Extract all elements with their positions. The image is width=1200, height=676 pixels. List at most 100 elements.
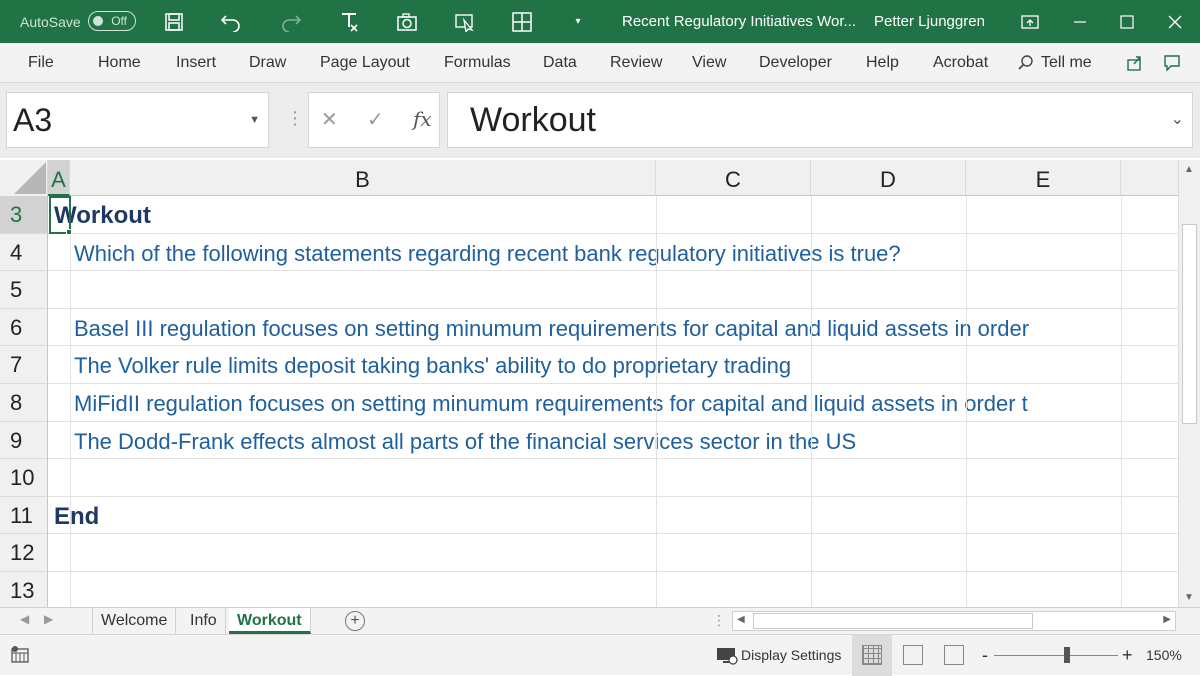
column-header-b[interactable]: B bbox=[70, 160, 656, 196]
table-icon[interactable] bbox=[507, 0, 537, 43]
enter-icon[interactable]: ✓ bbox=[367, 107, 384, 132]
zoom-level[interactable]: 150% bbox=[1146, 635, 1182, 676]
row-header-11[interactable]: 11 bbox=[0, 496, 48, 535]
undo-icon[interactable] bbox=[216, 0, 246, 43]
autosave-toggle[interactable]: Off bbox=[88, 11, 136, 31]
customize-icon[interactable]: ▾ bbox=[563, 0, 593, 43]
maximize-icon[interactable] bbox=[1112, 0, 1142, 43]
zoom-slider-track[interactable] bbox=[994, 655, 1118, 656]
vertical-scrollbar[interactable]: ▲ ▼ bbox=[1178, 160, 1200, 607]
sheet-prev-icon[interactable]: ◀ bbox=[20, 612, 29, 626]
normal-view-icon[interactable] bbox=[862, 645, 882, 665]
status-bar: Display Settings - + 150% bbox=[0, 634, 1200, 676]
redo-icon[interactable] bbox=[276, 0, 306, 43]
text-cell[interactable]: Basel III regulation focuses on setting … bbox=[74, 313, 1029, 345]
fill-handle[interactable] bbox=[66, 229, 72, 235]
document-title: Recent Regulatory Initiatives Wor... bbox=[622, 13, 856, 30]
text-cell[interactable]: MiFidII regulation focuses on setting mi… bbox=[74, 388, 1028, 420]
select-icon[interactable] bbox=[450, 0, 480, 43]
hscroll-thumb[interactable] bbox=[753, 613, 1033, 629]
sheet-tab-welcome[interactable]: Welcome bbox=[92, 608, 177, 634]
tab-file[interactable]: File bbox=[28, 43, 54, 83]
sheet-tab-info[interactable]: Info bbox=[182, 608, 226, 634]
monitor-icon bbox=[717, 647, 738, 665]
horizontal-scrollbar[interactable]: ◀ ▶ bbox=[732, 611, 1176, 631]
formula-bar-area: A3 ▼ ⋮ ✕ ✓ fx Workout ⌄ bbox=[0, 83, 1200, 158]
text-cell[interactable]: The Volker rule limits deposit taking ba… bbox=[74, 350, 791, 382]
scroll-left-icon[interactable]: ◀ bbox=[737, 614, 745, 625]
row-header-9[interactable]: 9 bbox=[0, 421, 48, 460]
column-header-a[interactable]: A bbox=[48, 160, 70, 196]
column-header-d[interactable]: D bbox=[811, 160, 966, 196]
formula-input[interactable]: Workout ⌄ bbox=[447, 92, 1193, 148]
zoom-out-button[interactable]: - bbox=[982, 635, 988, 676]
expand-formula-icon[interactable]: ⌄ bbox=[1171, 93, 1184, 147]
page-layout-view-icon[interactable] bbox=[903, 645, 923, 665]
column-header-c[interactable]: C bbox=[656, 160, 811, 196]
minimize-icon[interactable] bbox=[1065, 0, 1095, 43]
zoom-in-button[interactable]: + bbox=[1122, 635, 1133, 676]
splitter-handle-icon[interactable]: ⋮ bbox=[286, 109, 304, 127]
tab-view[interactable]: View bbox=[692, 43, 726, 83]
ribbon-display-icon[interactable] bbox=[1015, 0, 1045, 43]
row-header-6[interactable]: 6 bbox=[0, 308, 48, 347]
text-cell[interactable]: Which of the following statements regard… bbox=[74, 238, 901, 270]
tab-help[interactable]: Help bbox=[866, 43, 899, 83]
camera-icon[interactable] bbox=[392, 0, 422, 43]
autosave-state: Off bbox=[111, 14, 127, 28]
tab-formulas[interactable]: Formulas bbox=[444, 43, 511, 83]
close-icon[interactable] bbox=[1160, 0, 1190, 43]
worksheet-grid[interactable]: A B C D E 3 Workout 4 Which of the followin… bbox=[0, 160, 1178, 607]
scroll-thumb[interactable] bbox=[1182, 224, 1197, 424]
tab-review[interactable]: Review bbox=[610, 43, 662, 83]
name-box-value: A3 bbox=[13, 102, 53, 138]
comments-icon[interactable] bbox=[1163, 54, 1181, 72]
save-icon[interactable] bbox=[159, 0, 189, 43]
tab-page-layout[interactable]: Page Layout bbox=[320, 43, 410, 83]
clear-format-icon[interactable] bbox=[334, 0, 364, 43]
tab-home[interactable]: Home bbox=[98, 43, 141, 83]
row-header-8[interactable]: 8 bbox=[0, 384, 48, 422]
formula-content: Workout bbox=[470, 101, 596, 139]
macro-record-icon[interactable] bbox=[10, 645, 30, 665]
row-header-4[interactable]: 4 bbox=[0, 233, 48, 272]
row-header-12[interactable]: 12 bbox=[0, 534, 48, 572]
table-row bbox=[48, 271, 1178, 309]
cancel-icon[interactable]: ✕ bbox=[321, 107, 338, 132]
zoom-slider-knob[interactable] bbox=[1064, 647, 1070, 663]
chevron-down-icon[interactable]: ▼ bbox=[249, 93, 260, 147]
scroll-down-icon[interactable]: ▼ bbox=[1184, 592, 1194, 603]
tab-insert[interactable]: Insert bbox=[176, 43, 216, 83]
table-row bbox=[48, 572, 1178, 607]
table-row bbox=[48, 196, 1178, 234]
sheet-next-icon[interactable]: ▶ bbox=[44, 612, 53, 626]
sheet-tab-workout[interactable]: Workout bbox=[229, 608, 311, 634]
section-heading-cell[interactable]: End bbox=[54, 501, 99, 533]
scroll-up-icon[interactable]: ▲ bbox=[1184, 164, 1194, 175]
gridline bbox=[656, 196, 657, 607]
user-name[interactable]: Petter Ljunggren bbox=[874, 0, 985, 43]
tab-splitter-icon[interactable]: ⋮ bbox=[712, 612, 726, 629]
column-headers: A B C D E bbox=[0, 160, 1178, 196]
add-sheet-icon[interactable]: + bbox=[345, 611, 365, 631]
scroll-right-icon[interactable]: ▶ bbox=[1163, 614, 1171, 625]
name-box[interactable]: A3 ▼ bbox=[6, 92, 269, 148]
page-break-view-icon[interactable] bbox=[944, 645, 964, 665]
text-cell[interactable]: The Dodd-Frank effects almost all parts … bbox=[74, 426, 856, 458]
row-header-5[interactable]: 5 bbox=[0, 271, 48, 309]
row-header-13[interactable]: 13 bbox=[0, 572, 48, 607]
row-header-7[interactable]: 7 bbox=[0, 346, 48, 384]
display-settings-button[interactable]: Display Settings bbox=[716, 635, 841, 676]
column-header-e[interactable]: E bbox=[966, 160, 1121, 196]
tell-me-box[interactable]: Tell me bbox=[1017, 43, 1092, 83]
select-all-corner[interactable] bbox=[0, 160, 48, 196]
row-header-3[interactable]: 3 bbox=[0, 196, 48, 234]
tab-data[interactable]: Data bbox=[543, 43, 577, 83]
share-icon[interactable] bbox=[1126, 54, 1144, 72]
insert-function-icon[interactable]: fx bbox=[413, 107, 432, 131]
row-header-10[interactable]: 10 bbox=[0, 459, 48, 497]
tab-acrobat[interactable]: Acrobat bbox=[933, 43, 988, 83]
tab-developer[interactable]: Developer bbox=[759, 43, 832, 83]
tab-draw[interactable]: Draw bbox=[249, 43, 286, 83]
gridline bbox=[811, 196, 812, 607]
